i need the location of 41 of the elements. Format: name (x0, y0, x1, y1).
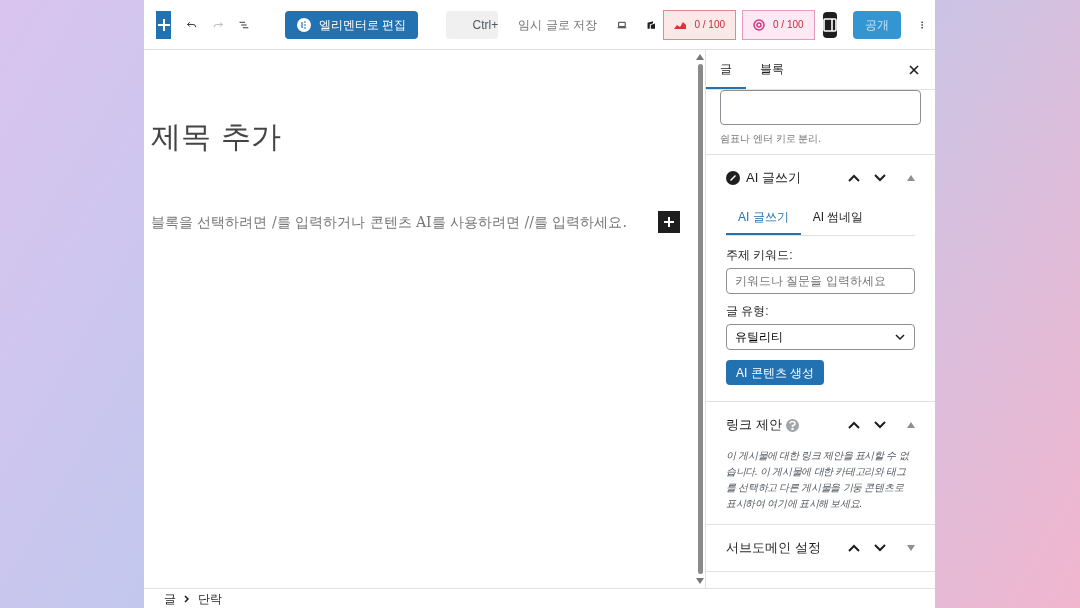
panel-title: AI 글쓰기 (746, 169, 801, 188)
chevron-right-icon (184, 594, 190, 603)
sidebar-icon (822, 17, 837, 32)
paragraph-placeholder[interactable]: 블록을 선택하려면 /를 입력하거나 콘텐츠 AI를 사용하려면 //를 입력하세요. (151, 211, 627, 233)
sub-tab[interactable]: AI 썸네일 (800, 201, 876, 235)
breadcrumb-item[interactable]: 단락 (198, 589, 222, 608)
collapse-triangle-icon[interactable] (907, 175, 915, 181)
plus-icon (663, 216, 675, 228)
elementor-logo-icon (296, 17, 311, 32)
target-icon (753, 18, 766, 31)
title-placeholder[interactable]: 제목 추가 (151, 114, 688, 159)
add-block-button[interactable] (658, 211, 680, 233)
save-draft-button[interactable]: 임시 글로 저장 (518, 15, 597, 34)
close-icon[interactable] (909, 64, 919, 75)
sidebar-tab[interactable]: 글 (706, 50, 746, 89)
sidebar-tab[interactable]: 블록 (746, 50, 798, 89)
panel-title: 서브도메인 설정 (726, 539, 821, 558)
keyword-input-field[interactable]: 키워드나 질문을 입력하세요 (726, 268, 915, 294)
chart-icon (674, 20, 687, 29)
ai-logo-icon (726, 171, 740, 185)
score-badge[interactable]: 0 / 100 (663, 9, 737, 40)
link-suggestions-message: 이 게시물에 대한 링크 제안을 표시할 수 없습니다. 이 게시물에 대한 카테고리와 태그를 선택하고 다른 게시물을 기둥 콘텐츠로 표시하여 여기에 표시해 보세요. (725, 449, 910, 511)
generate-button[interactable]: AI 콘텐츠 생성 (726, 360, 824, 385)
collapse-triangle-icon[interactable] (907, 422, 915, 428)
shortcut-hint: Ctrl+ (446, 10, 499, 39)
settings-toggle-button[interactable] (822, 11, 837, 38)
sub-tab[interactable]: AI 글쓰기 (726, 201, 801, 235)
tags-hint: 쉼표나 엔터 키로 분리. (720, 132, 823, 146)
scroll-down-icon[interactable] (696, 578, 704, 584)
plus-icon (156, 17, 171, 32)
expand-triangle-icon[interactable] (907, 545, 915, 551)
field-label: 글 유형: (726, 303, 770, 320)
field-label: 주제 키워드: (726, 247, 794, 264)
type-select[interactable]: 유틸리티 (726, 324, 915, 350)
scroll-up-icon[interactable] (696, 54, 704, 60)
score-badge[interactable]: 0 / 100 (742, 9, 815, 40)
dropdown-chevron-icon (894, 331, 906, 343)
tags-input-field[interactable] (720, 90, 921, 125)
panel-title: 링크 제안 (726, 416, 782, 435)
elementor-edit-button[interactable]: 엘리멘터로 편집 (284, 10, 419, 39)
breadcrumb-item[interactable]: 글 (164, 589, 176, 608)
